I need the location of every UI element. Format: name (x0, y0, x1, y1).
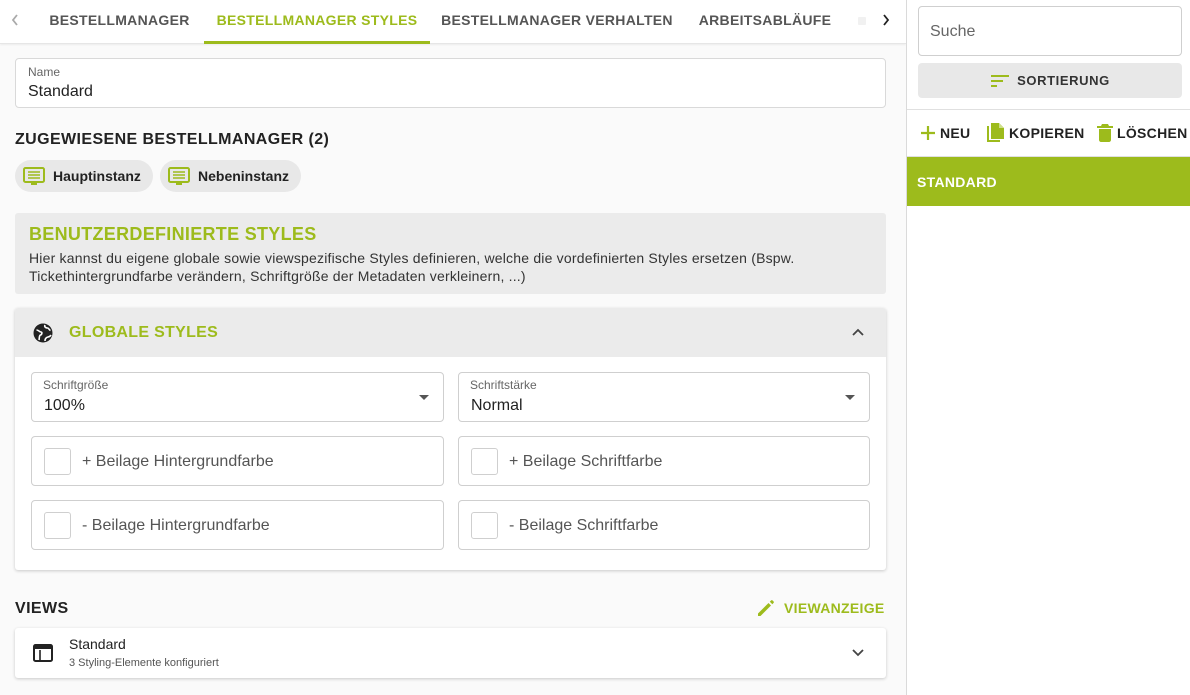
window-icon (33, 644, 53, 662)
copy-button[interactable]: KOPIEREN (986, 121, 1085, 145)
font-size-value: 100% (44, 397, 85, 414)
color-field-minus-bg[interactable]: - Beilage Hintergrundfarbe (31, 500, 444, 550)
tabs-scroll-left-button[interactable] (3, 0, 27, 40)
monitor-list-icon (168, 167, 190, 185)
global-styles-panel: GLOBALE STYLES Schriftgröße 100% Schrift… (15, 308, 886, 570)
font-size-select[interactable]: Schriftgröße 100% (31, 372, 444, 422)
main-content: BESTELLMANAGER BESTELLMANAGER STYLES BES… (0, 0, 906, 695)
list-item-label: STANDARD (917, 174, 997, 190)
sort-label: SORTIERUNG (1017, 73, 1110, 88)
tab-bestellmanager-verhalten[interactable]: BESTELLMANAGER VERHALTEN (432, 0, 682, 44)
font-weight-select[interactable]: Schriftstärke Normal (458, 372, 870, 422)
tab-overflow-fade (858, 17, 866, 25)
color-field-plus-bg[interactable]: + Beilage Hintergrundfarbe (31, 436, 444, 486)
trash-icon (1097, 124, 1113, 142)
sidebar: Suche SORTIERUNG NEU KOPIEREN LÖSCHEN ST… (906, 0, 1190, 695)
custom-styles-title: BENUTZERDEFINIERTE STYLES (29, 224, 317, 244)
custom-styles-description: Hier kannst du eigene globale sowie view… (29, 250, 795, 284)
font-weight-label: Schriftstärke (470, 378, 537, 392)
tab-arbeitsablaeufe[interactable]: ARBEITSABLÄUFE (684, 0, 846, 44)
tabs-scroll-right-button[interactable] (874, 0, 898, 40)
name-field-value: Standard (28, 83, 93, 100)
dropdown-caret-icon (419, 395, 429, 400)
global-styles-title: GLOBALE STYLES (69, 324, 219, 341)
font-size-label: Schriftgröße (43, 378, 109, 392)
chip-hauptinstanz[interactable]: Hauptinstanz (15, 160, 153, 192)
view-item-title: Standard (69, 636, 126, 652)
chevron-up-icon[interactable] (851, 327, 865, 337)
search-input[interactable]: Suche (918, 6, 1182, 56)
globe-icon (33, 323, 53, 343)
chevron-down-icon[interactable] (851, 648, 865, 658)
color-field-plus-text[interactable]: + Beilage Schriftfarbe (458, 436, 870, 486)
color-field-label: + Beilage Schriftfarbe (509, 453, 663, 470)
color-swatch[interactable] (471, 512, 498, 539)
assigned-managers-title: ZUGEWIESENE BESTELLMANAGER (2) (15, 131, 330, 148)
viewanzeige-button[interactable]: VIEWANZEIGE (756, 598, 885, 618)
delete-label: LÖSCHEN (1117, 125, 1188, 141)
color-field-minus-text[interactable]: - Beilage Schriftfarbe (458, 500, 870, 550)
list-item-standard[interactable]: STANDARD (907, 157, 1190, 206)
tab-bar: BESTELLMANAGER BESTELLMANAGER STYLES BES… (0, 0, 906, 44)
search-placeholder: Suche (930, 23, 976, 40)
copy-icon (987, 123, 1004, 142)
chevron-left-icon (11, 14, 18, 26)
view-item-standard[interactable]: Standard 3 Styling-Elemente konfiguriert (15, 628, 886, 678)
chip-nebeninstanz[interactable]: Nebeninstanz (160, 160, 302, 192)
view-item-subtitle: 3 Styling-Elemente konfiguriert (69, 657, 219, 669)
chip-label: Nebeninstanz (198, 168, 290, 184)
color-swatch[interactable] (44, 448, 71, 475)
chip-label: Hauptinstanz (53, 168, 141, 184)
copy-label: KOPIEREN (1009, 125, 1085, 141)
new-label: NEU (940, 125, 971, 141)
global-styles-header[interactable]: GLOBALE STYLES (15, 308, 886, 357)
custom-styles-info: BENUTZERDEFINIERTE STYLES Hier kannst du… (15, 213, 886, 294)
monitor-list-icon (23, 167, 45, 185)
views-title: VIEWS (15, 600, 69, 617)
new-button[interactable]: NEU (919, 121, 970, 145)
chevron-right-icon (883, 14, 890, 26)
tab-bestellmanager-styles[interactable]: BESTELLMANAGER STYLES (204, 0, 430, 44)
sort-icon (991, 74, 1010, 87)
divider (907, 109, 1190, 110)
font-weight-value: Normal (471, 397, 523, 414)
color-field-label: - Beilage Hintergrundfarbe (82, 517, 270, 534)
color-field-label: + Beilage Hintergrundfarbe (82, 453, 274, 470)
name-field-label: Name (28, 65, 61, 79)
sort-button[interactable]: SORTIERUNG (918, 63, 1182, 98)
color-swatch[interactable] (44, 512, 71, 539)
color-swatch[interactable] (471, 448, 498, 475)
pencil-icon (758, 600, 774, 616)
plus-icon (921, 126, 935, 140)
delete-button[interactable]: LÖSCHEN (1096, 121, 1188, 145)
viewanzeige-label: VIEWANZEIGE (784, 600, 885, 616)
color-field-label: - Beilage Schriftfarbe (509, 517, 659, 534)
dropdown-caret-icon (845, 395, 855, 400)
tab-bestellmanager[interactable]: BESTELLMANAGER (37, 0, 202, 44)
name-field[interactable]: Name Standard (15, 58, 886, 108)
